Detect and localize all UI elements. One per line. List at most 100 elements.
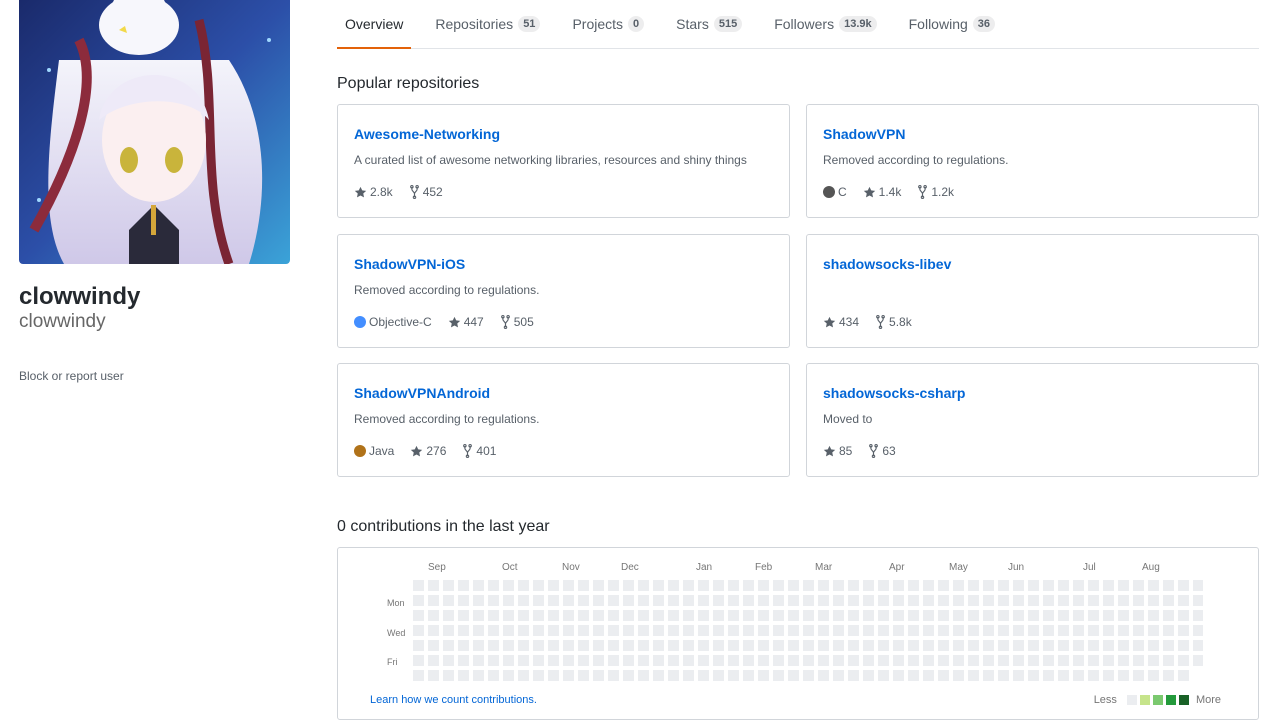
contribution-day[interactable] [863, 610, 874, 621]
contribution-day[interactable] [968, 625, 979, 636]
contribution-day[interactable] [668, 640, 679, 651]
contribution-day[interactable] [848, 610, 859, 621]
contribution-day[interactable] [953, 610, 964, 621]
repo-stars[interactable]: 276 [410, 444, 446, 458]
contribution-day[interactable] [458, 640, 469, 651]
contribution-day[interactable] [713, 610, 724, 621]
contribution-day[interactable] [638, 625, 649, 636]
contribution-day[interactable] [923, 595, 934, 606]
contribution-day[interactable] [413, 655, 424, 666]
contribution-day[interactable] [743, 610, 754, 621]
contribution-day[interactable] [623, 655, 634, 666]
contribution-day[interactable] [1058, 580, 1069, 591]
contribution-day[interactable] [743, 580, 754, 591]
contribution-day[interactable] [1118, 670, 1129, 681]
contribution-day[interactable] [758, 625, 769, 636]
repo-forks[interactable]: 505 [500, 315, 534, 329]
contribution-day[interactable] [653, 625, 664, 636]
block-report-link[interactable]: Block or report user [19, 369, 124, 383]
contribution-day[interactable] [1148, 610, 1159, 621]
contribution-day[interactable] [998, 625, 1009, 636]
contribution-day[interactable] [728, 655, 739, 666]
contribution-day[interactable] [758, 655, 769, 666]
contribution-day[interactable] [803, 640, 814, 651]
learn-contributions-link[interactable]: Learn how we count contributions. [370, 694, 537, 706]
contribution-day[interactable] [488, 610, 499, 621]
contribution-day[interactable] [833, 580, 844, 591]
contribution-day[interactable] [998, 610, 1009, 621]
contribution-day[interactable] [1148, 625, 1159, 636]
contribution-day[interactable] [608, 670, 619, 681]
contribution-day[interactable] [563, 655, 574, 666]
contribution-day[interactable] [488, 580, 499, 591]
repo-name-link[interactable]: shadowsocks-libev [823, 254, 1242, 274]
contribution-day[interactable] [638, 640, 649, 651]
contribution-day[interactable] [563, 640, 574, 651]
contribution-day[interactable] [683, 625, 694, 636]
contribution-day[interactable] [788, 595, 799, 606]
contribution-day[interactable] [863, 655, 874, 666]
contribution-day[interactable] [428, 625, 439, 636]
contribution-day[interactable] [548, 595, 559, 606]
contribution-day[interactable] [1163, 625, 1174, 636]
contribution-day[interactable] [893, 625, 904, 636]
contribution-day[interactable] [533, 580, 544, 591]
contribution-day[interactable] [533, 655, 544, 666]
contribution-day[interactable] [608, 580, 619, 591]
contribution-day[interactable] [848, 625, 859, 636]
contribution-day[interactable] [983, 580, 994, 591]
contribution-day[interactable] [443, 610, 454, 621]
contribution-day[interactable] [758, 670, 769, 681]
contribution-day[interactable] [863, 640, 874, 651]
contribution-day[interactable] [818, 670, 829, 681]
contribution-day[interactable] [713, 625, 724, 636]
contribution-day[interactable] [488, 655, 499, 666]
contribution-day[interactable] [668, 655, 679, 666]
contribution-day[interactable] [1178, 625, 1189, 636]
contribution-day[interactable] [1013, 640, 1024, 651]
contribution-day[interactable] [833, 640, 844, 651]
contribution-day[interactable] [1193, 625, 1203, 636]
contribution-day[interactable] [623, 670, 634, 681]
contribution-day[interactable] [938, 670, 949, 681]
contribution-day[interactable] [653, 580, 664, 591]
contribution-day[interactable] [1118, 580, 1129, 591]
contribution-day[interactable] [818, 580, 829, 591]
contribution-day[interactable] [1013, 610, 1024, 621]
contribution-day[interactable] [458, 580, 469, 591]
contribution-day[interactable] [503, 625, 514, 636]
contribution-day[interactable] [863, 670, 874, 681]
contribution-day[interactable] [713, 580, 724, 591]
contribution-day[interactable] [443, 595, 454, 606]
contribution-day[interactable] [1103, 625, 1114, 636]
contribution-day[interactable] [1148, 580, 1159, 591]
contribution-day[interactable] [413, 580, 424, 591]
contribution-day[interactable] [893, 670, 904, 681]
contribution-day[interactable] [1193, 595, 1203, 606]
contribution-day[interactable] [923, 640, 934, 651]
contribution-day[interactable] [788, 655, 799, 666]
contribution-day[interactable] [503, 595, 514, 606]
contribution-day[interactable] [968, 655, 979, 666]
contribution-day[interactable] [983, 610, 994, 621]
contribution-day[interactable] [983, 655, 994, 666]
tab-followers[interactable]: Followers 13.9k [766, 0, 884, 48]
contribution-day[interactable] [563, 625, 574, 636]
contribution-day[interactable] [578, 595, 589, 606]
contribution-day[interactable] [713, 655, 724, 666]
contribution-day[interactable] [773, 640, 784, 651]
contribution-day[interactable] [893, 640, 904, 651]
contribution-day[interactable] [938, 625, 949, 636]
contribution-day[interactable] [473, 595, 484, 606]
contribution-day[interactable] [1058, 610, 1069, 621]
repo-name-link[interactable]: ShadowVPN-iOS [354, 254, 773, 274]
contribution-day[interactable] [1073, 640, 1084, 651]
contribution-day[interactable] [758, 595, 769, 606]
repo-name-link[interactable]: ShadowVPNAndroid [354, 383, 773, 403]
contribution-day[interactable] [428, 580, 439, 591]
contribution-day[interactable] [983, 640, 994, 651]
contribution-day[interactable] [803, 580, 814, 591]
contribution-day[interactable] [578, 610, 589, 621]
contribution-day[interactable] [743, 595, 754, 606]
contribution-day[interactable] [1163, 610, 1174, 621]
